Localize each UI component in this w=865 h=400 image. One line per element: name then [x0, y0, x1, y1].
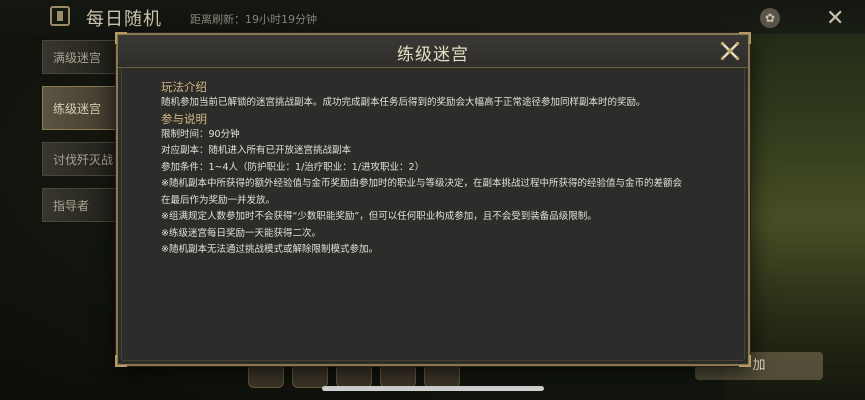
target-dungeon: 对应副本：随机进入所有已开放迷宫挑战副本 [161, 145, 352, 156]
castle-icon [50, 6, 70, 26]
paw-icon[interactable]: ✿ [760, 8, 780, 28]
note-full-party: ※组满规定人数参加时不会获得“少数职能奖励”，但可以任何职业构成参加，且不会受到… [161, 211, 597, 222]
note-reward-rule: ※随机副本中所获得的额外经验值与金币奖励由参加时的职业与等级决定，在副本挑战过程… [161, 178, 682, 189]
reward-icon[interactable] [424, 364, 460, 388]
frame-corner [739, 355, 751, 367]
sidebar: 满级迷宫 练级迷宫 讨伐歼灭战 指导者 [42, 40, 122, 234]
top-bar: 每日随机 距离刷新：19小时19分钟 ✿ ✕ [0, 0, 865, 34]
page-title: 每日随机 [86, 9, 162, 30]
close-icon[interactable]: ✕ [826, 6, 844, 31]
sidebar-item-max-level-labyrinth[interactable]: 满级迷宫 [42, 40, 120, 74]
gameplay-description: 随机参加当前已解锁的迷宫挑战副本。成功完成副本任务后得到的奖励会大幅高于正常途径… [161, 97, 646, 108]
refresh-countdown: 距离刷新：19小时19分钟 [190, 13, 317, 26]
reward-icon[interactable] [336, 364, 372, 388]
sidebar-item-leveling-labyrinth[interactable]: 练级迷宫 [42, 86, 120, 130]
reward-icon[interactable] [248, 364, 284, 388]
reward-icons [248, 364, 460, 388]
limit-time: 限制时间：90分钟 [161, 128, 240, 140]
reward-icon[interactable] [292, 364, 328, 388]
dialog-title: 练级迷宫 [397, 45, 469, 65]
dialog-header: 练级迷宫 [118, 35, 748, 68]
reward-icon[interactable] [380, 364, 416, 388]
home-indicator[interactable] [322, 386, 544, 391]
note-daily-limit: ※练级迷宫每日奖励一天能获得二次。 [161, 227, 321, 239]
sidebar-item-subjugation[interactable]: 讨伐歼灭战 [42, 142, 120, 176]
participation-condition: 参加条件：1~4人（防护职业：1/治疗职业：1/进攻职业：2） [161, 161, 425, 173]
section-title-participation: 参与说明 [161, 111, 207, 126]
dialog-content: 玩法介绍 随机参加当前已解锁的迷宫挑战副本。成功完成副本任务后得到的奖励会大幅高… [161, 80, 721, 259]
frame-corner [115, 355, 127, 367]
section-title-gameplay: 玩法介绍 [161, 80, 207, 94]
sidebar-item-mentor[interactable]: 指导者 [42, 188, 120, 222]
info-dialog: 练级迷宫 玩法介绍 随机参加当前已解锁的迷宫挑战副本。成功完成副本任务后得到的奖… [115, 32, 751, 367]
note-reward-rule-continued: 在最后作为奖励一并发放。 [161, 194, 276, 206]
note-mode-restriction: ※随机副本无法通过挑战模式或解除限制模式参加。 [161, 244, 378, 255]
close-icon[interactable] [718, 39, 742, 63]
